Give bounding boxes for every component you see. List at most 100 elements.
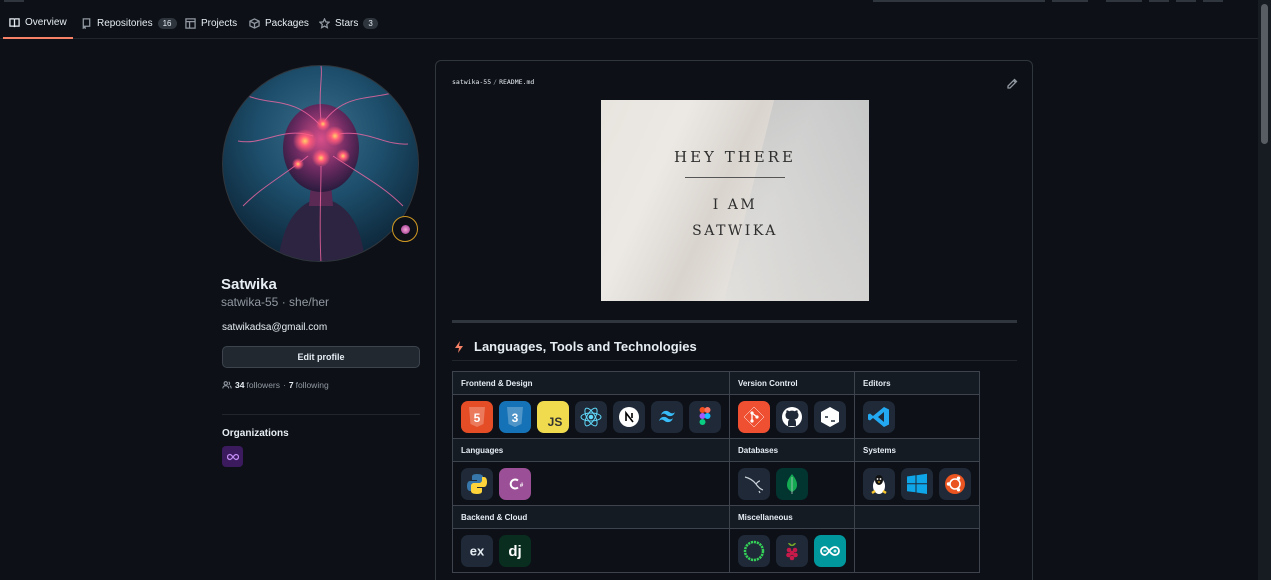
python-icon [461, 467, 493, 500]
svg-text:5: 5 [474, 411, 481, 425]
arduino-icon [814, 534, 846, 567]
profile-handle: satwika-55 [221, 295, 279, 309]
profile-tab-nav: Overview Repositories 16 Projects Packag… [0, 0, 1258, 39]
backend-icons-cell: ex dj [452, 528, 730, 573]
windows-icon [901, 467, 933, 500]
css3-icon: 3 [499, 400, 531, 433]
tab-stars-label: Stars [335, 17, 359, 29]
languages-icons-cell: # [452, 461, 730, 506]
csharp-icon: # [499, 467, 531, 500]
html5-icon: 5 [461, 400, 493, 433]
table-header-languages: Languages [452, 438, 730, 462]
table-header-version-control: Version Control [729, 371, 855, 395]
readme-path: satwika-55/README.md [452, 78, 535, 86]
javascript-icon: JS [537, 400, 569, 433]
tab-overview[interactable]: Overview [3, 7, 73, 39]
react-icon [575, 400, 607, 433]
tab-packages[interactable]: Packages [243, 7, 315, 39]
profile-email[interactable]: satwikadsa@gmail.com [222, 322, 327, 333]
edit-readme-button[interactable] [1006, 77, 1018, 89]
pencil-icon [1007, 78, 1018, 89]
tab-projects-label: Projects [201, 17, 238, 29]
github-icon [776, 400, 808, 433]
figma-icon [689, 400, 721, 433]
table-header-backend: Backend & Cloud [452, 505, 730, 529]
profile-handle-line: satwika-55 · she/her [221, 295, 330, 309]
mongodb-icon [776, 467, 808, 500]
table-header-systems: Systems [854, 438, 980, 462]
raspberry-pi-icon [776, 534, 808, 567]
lightning-icon [455, 341, 463, 353]
version-control-icons-cell [729, 394, 855, 439]
express-icon: ex [461, 534, 493, 567]
followers-link[interactable]: 34 followers [235, 380, 280, 390]
profile-readme: satwika-55/README.md HEY THERE I AM SATW… [435, 60, 1033, 580]
following-count: 7 [288, 380, 294, 390]
readme-banner-image: HEY THERE I AM SATWIKA [601, 100, 869, 301]
profile-avatar[interactable] [222, 65, 419, 262]
star-icon [319, 17, 330, 29]
profile-display-name: Satwika [221, 276, 277, 293]
table-header-databases: Databases [729, 438, 855, 462]
tab-projects[interactable]: Projects [179, 7, 243, 39]
readme-horizontal-rule [452, 320, 1017, 323]
followers-count: 34 [235, 380, 245, 390]
table-icon [185, 17, 196, 29]
package-icon [249, 17, 260, 29]
systems-icons-cell [854, 461, 980, 506]
avatar-brain-image [237, 66, 409, 261]
nextjs-icon [613, 400, 645, 433]
following-link[interactable]: 7 following [289, 380, 329, 390]
circleci-icon [738, 534, 770, 567]
organization-avatar[interactable] [222, 446, 243, 467]
table-header-frontend: Frontend & Design [452, 371, 730, 395]
follow-stats: 34 followers · 7 following [222, 380, 329, 390]
readme-file: README.md [499, 78, 535, 86]
tailwind-icon [651, 400, 683, 433]
emoji-status-badge[interactable] [392, 216, 418, 242]
infinity-icon [226, 453, 239, 460]
status-emoji-icon [400, 224, 410, 234]
page-scrollbar[interactable] [1258, 0, 1271, 580]
tab-packages-label: Packages [265, 17, 309, 29]
empty-cell [854, 528, 980, 573]
django-icon: dj [499, 534, 531, 567]
banner-subtitle: I AM SATWIKA [601, 192, 869, 244]
sidebar-divider [222, 414, 420, 415]
svg-text:JS: JS [548, 415, 563, 429]
frontend-icons-cell: 5 3 JS [452, 394, 730, 439]
banner-line-2: SATWIKA [692, 223, 778, 239]
svg-text:ex: ex [470, 543, 485, 558]
stars-count: 3 [363, 17, 378, 29]
repositories-count: 16 [157, 17, 177, 29]
tools-section-heading: Languages, Tools and Technologies [452, 339, 1017, 361]
scrollbar-thumb[interactable] [1261, 4, 1268, 144]
mysql-icon [738, 467, 770, 500]
ubuntu-icon [939, 467, 971, 500]
editors-icons-cell [854, 394, 980, 439]
databases-icons-cell [729, 461, 855, 506]
tools-table: Frontend & Design Version Control Editor… [452, 371, 980, 573]
edit-profile-button[interactable]: Edit profile [222, 346, 420, 368]
repo-icon [82, 17, 91, 29]
people-icon [222, 381, 232, 389]
tab-overview-label: Overview [25, 16, 67, 28]
svg-text:dj: dj [508, 543, 521, 560]
table-header-miscellaneous: Miscellaneous [729, 505, 855, 529]
banner-divider [685, 177, 785, 178]
table-header-editors: Editors [854, 371, 980, 395]
tab-stars[interactable]: Stars 3 [313, 7, 384, 39]
git-icon [738, 400, 770, 433]
followers-label: followers [246, 380, 281, 390]
following-label: following [295, 380, 329, 390]
banner-title: HEY THERE [674, 148, 796, 166]
table-header-empty [854, 505, 980, 529]
bash-icon [814, 400, 846, 433]
profile-pronouns: she/her [289, 295, 330, 309]
svg-text:3: 3 [512, 411, 519, 425]
banner-line-1: I AM [712, 197, 758, 213]
tab-repositories[interactable]: Repositories 16 [75, 7, 183, 39]
readme-owner-link[interactable]: satwika-55 [452, 78, 491, 86]
linux-icon [863, 467, 895, 500]
tab-repositories-label: Repositories [97, 17, 153, 29]
